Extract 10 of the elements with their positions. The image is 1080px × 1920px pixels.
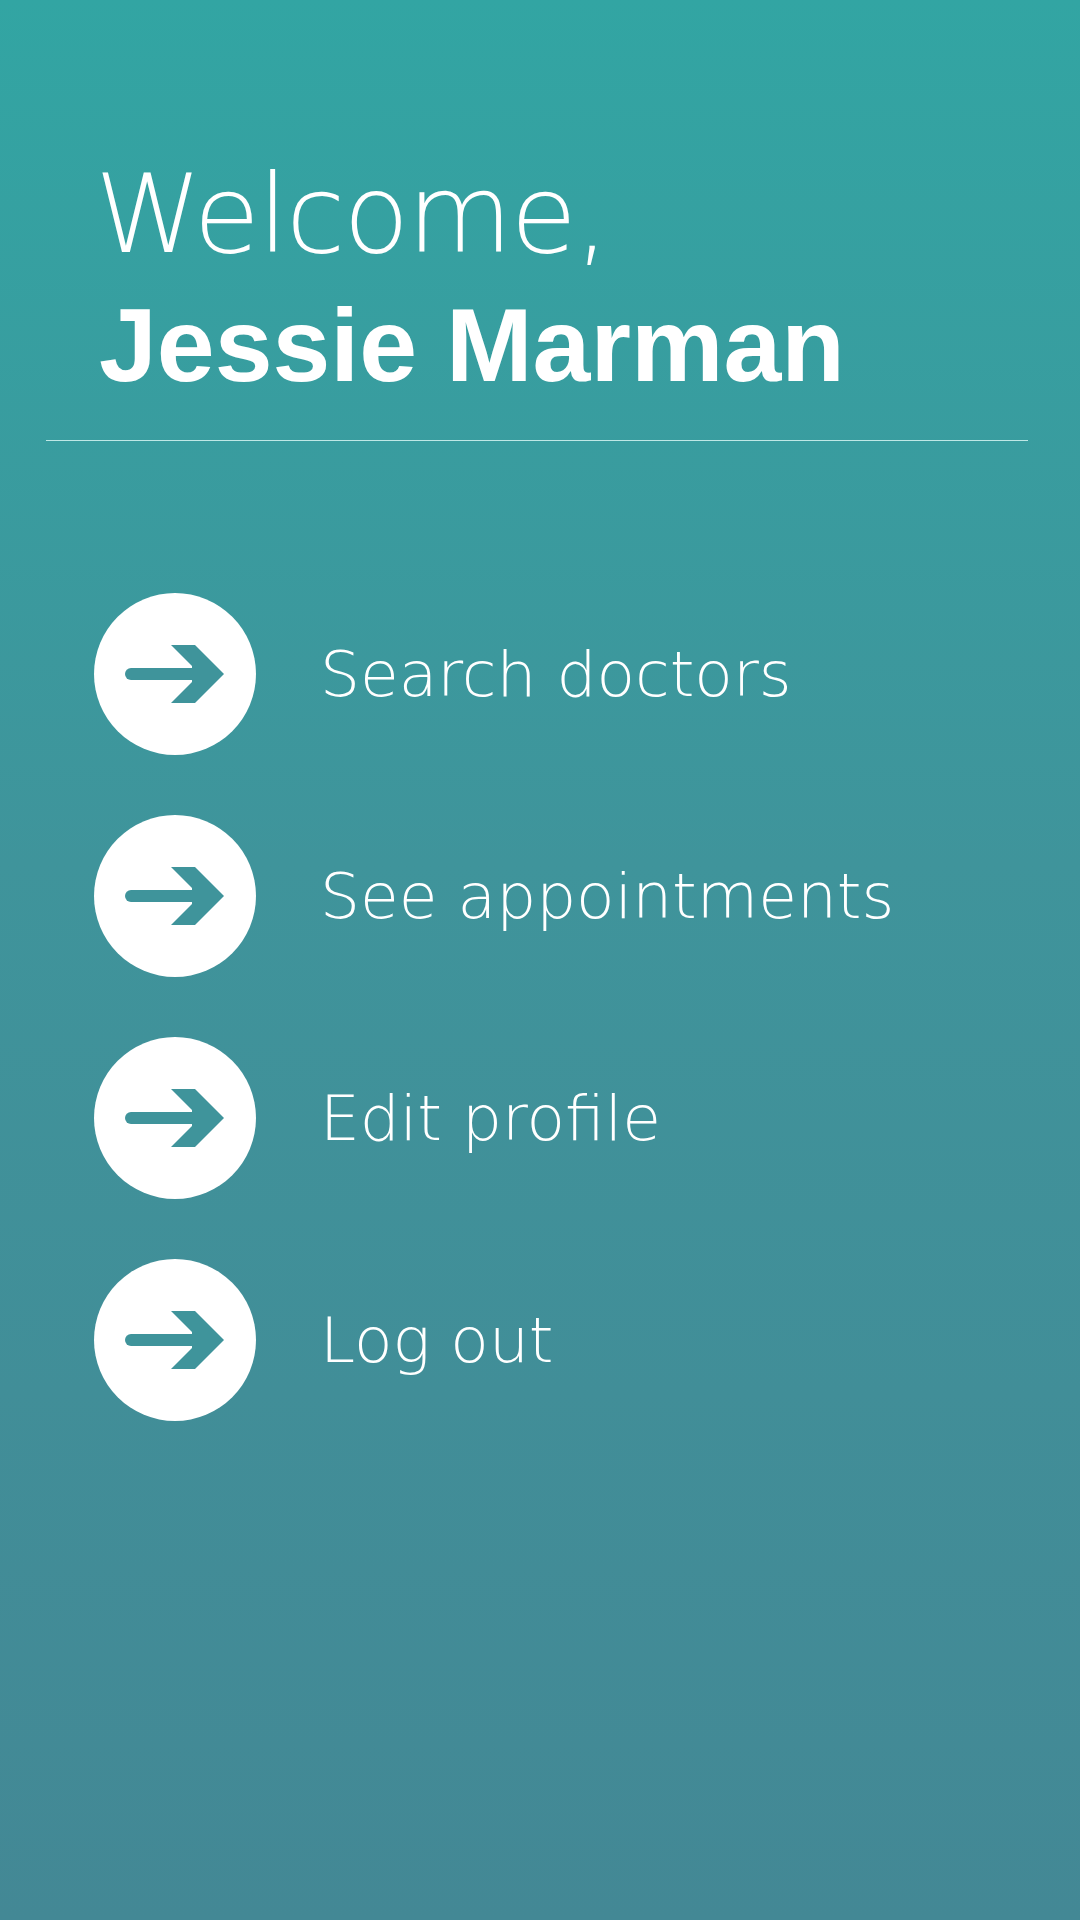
arrow-right-icon	[94, 1037, 256, 1199]
arrow-right-icon	[94, 1259, 256, 1421]
menu-link[interactable]: Search doctors	[94, 593, 1080, 755]
user-name: Jessie Marman	[98, 286, 846, 405]
menu-link[interactable]: Edit profile	[94, 1037, 1080, 1199]
menu-link[interactable]: Log out	[94, 1259, 1080, 1421]
arrow-right-icon	[94, 593, 256, 755]
arrow-right-icon	[94, 815, 256, 977]
menu-link[interactable]: See appointments	[94, 815, 1080, 977]
welcome-text: Welcome,	[95, 151, 609, 279]
